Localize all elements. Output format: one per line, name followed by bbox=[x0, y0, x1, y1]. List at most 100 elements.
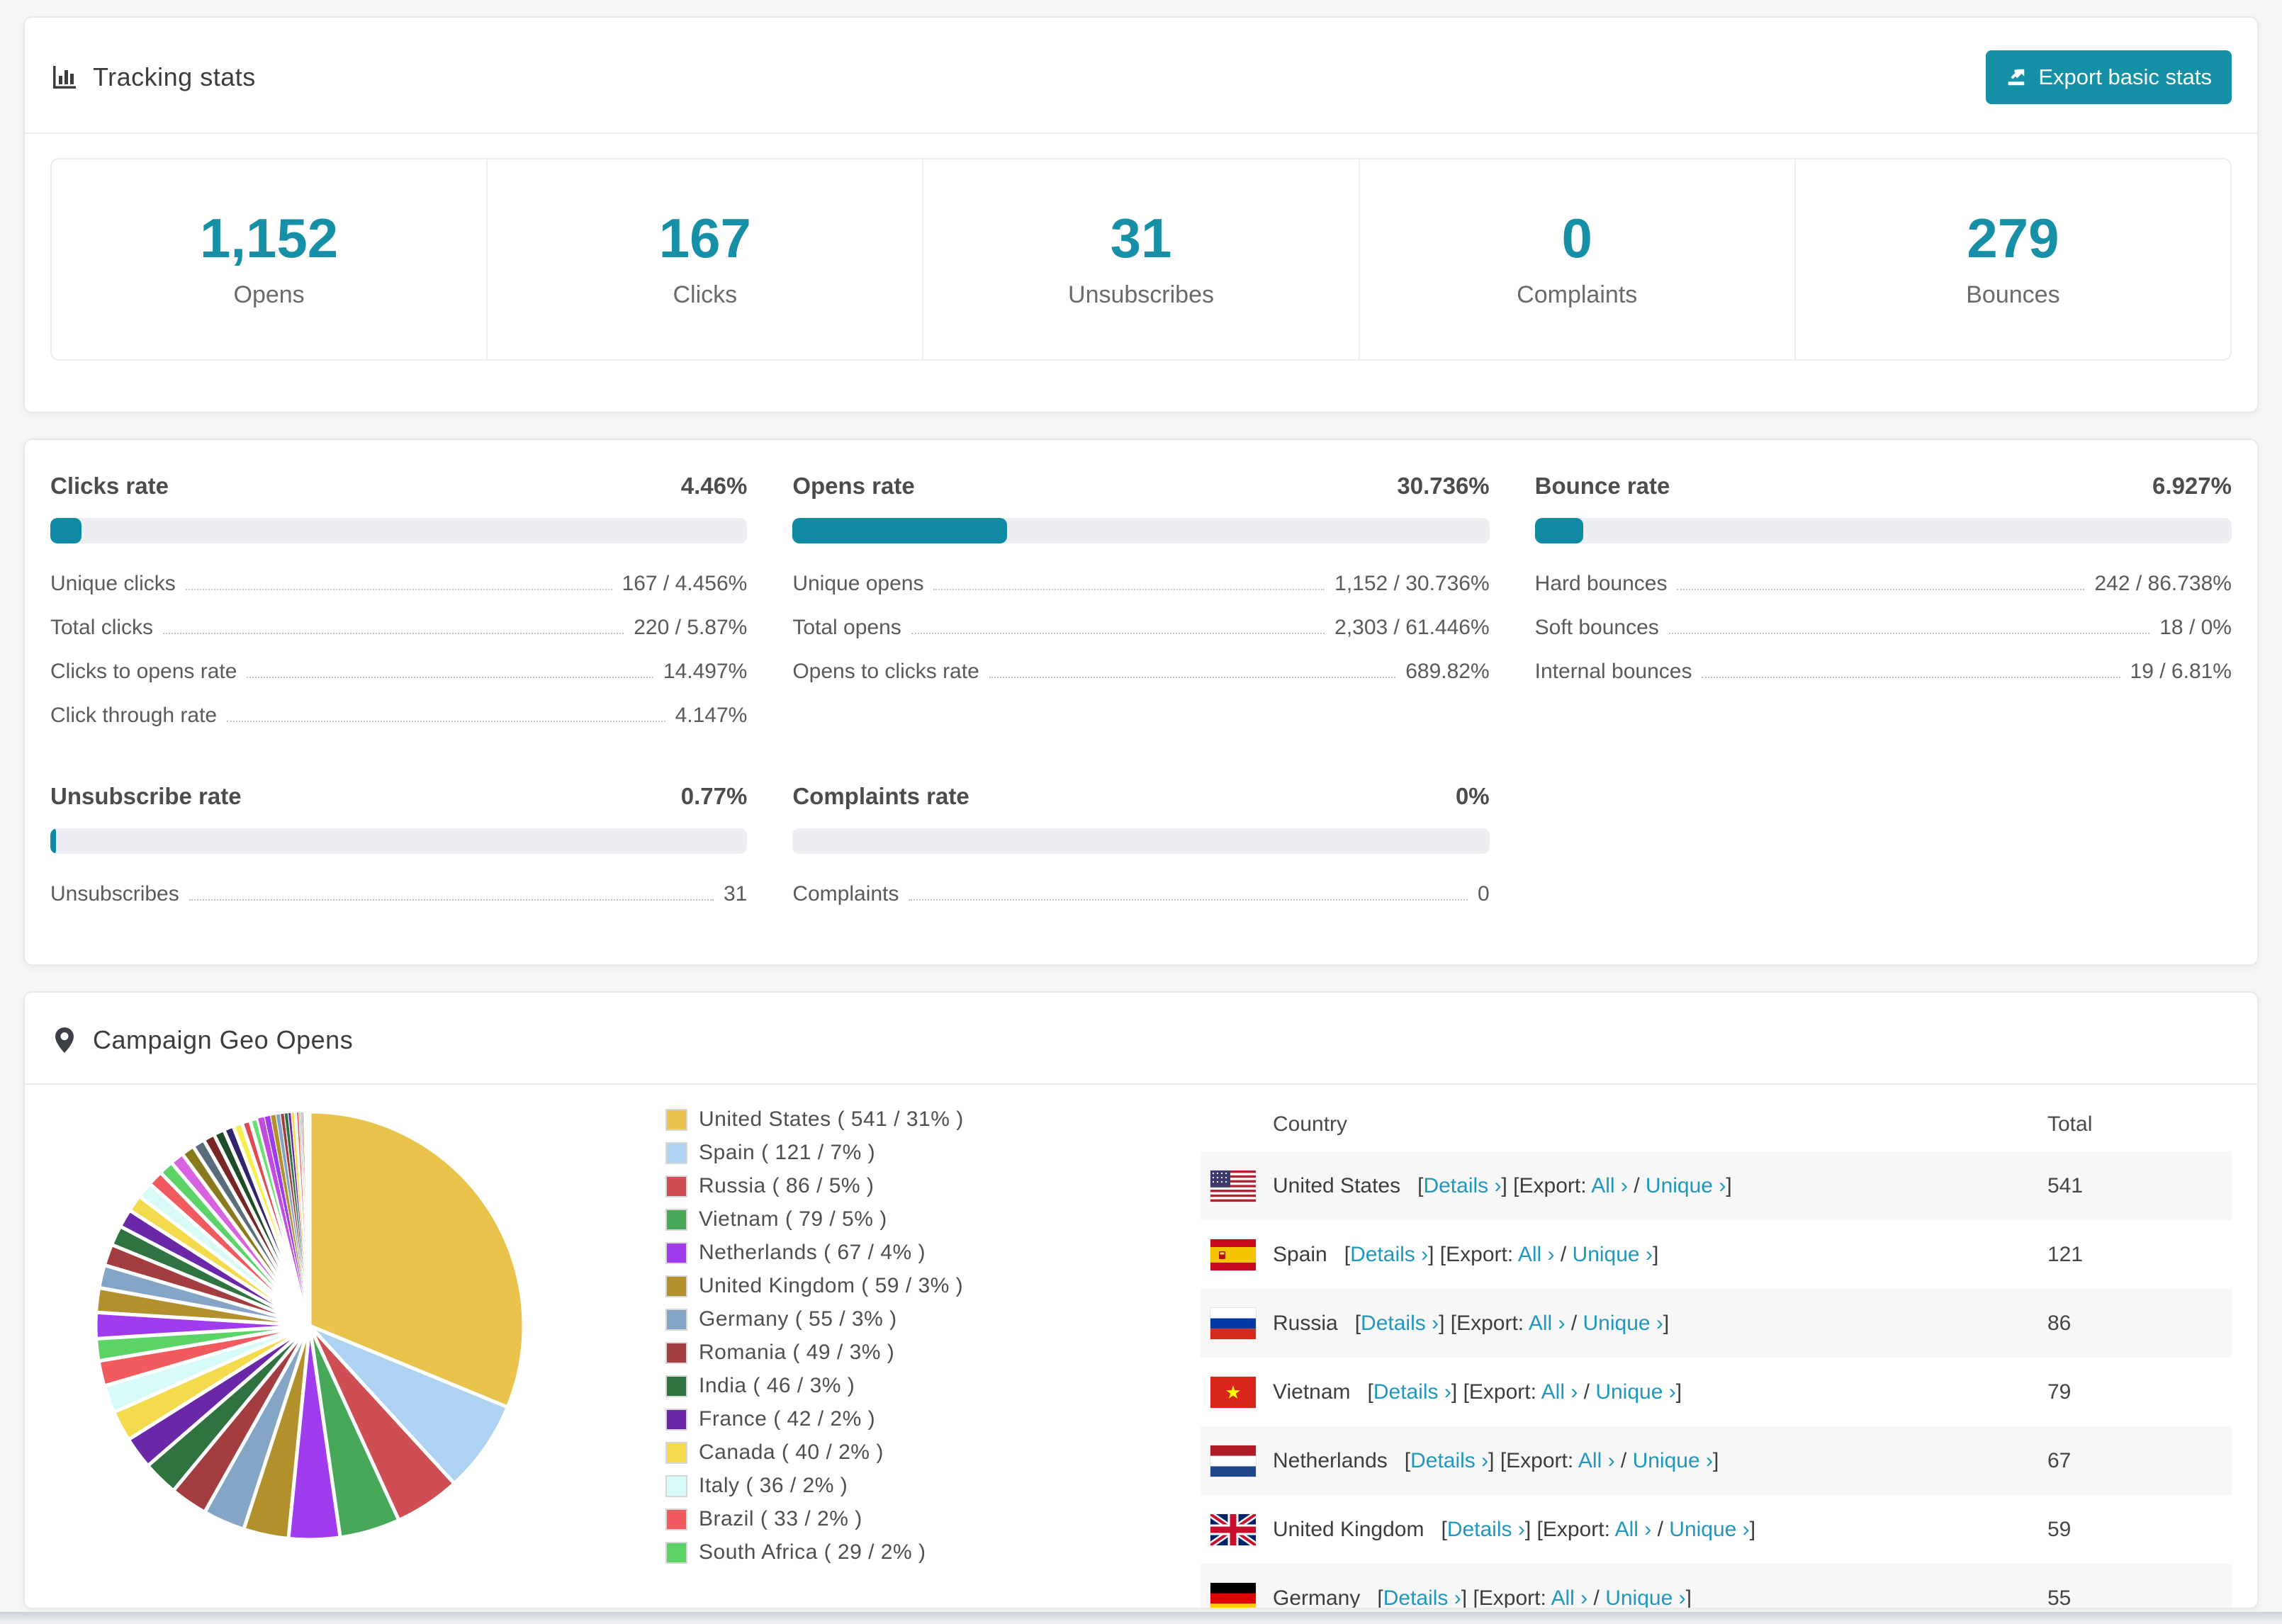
rate-detail-value: 1,152 / 30.736% bbox=[1334, 572, 1490, 595]
legend-item-germany[interactable]: Germany ( 55 / 3% ) bbox=[665, 1307, 1052, 1331]
legend-item-south-africa[interactable]: South Africa ( 29 / 2% ) bbox=[665, 1540, 1052, 1564]
dotted-leader bbox=[909, 899, 1468, 901]
export-unique-link[interactable]: Unique › bbox=[1573, 1243, 1653, 1266]
legend-label: Brazil ( 33 / 2% ) bbox=[699, 1507, 862, 1530]
dotted-leader bbox=[163, 633, 624, 634]
export-all-link[interactable]: All › bbox=[1518, 1243, 1555, 1266]
viewport-bottom-strip bbox=[0, 1612, 2282, 1624]
legend-label: South Africa ( 29 / 2% ) bbox=[699, 1540, 926, 1564]
rate-section-value: 0% bbox=[1455, 783, 1490, 809]
rate-progress-bar bbox=[792, 828, 1490, 854]
rate-section-value: 30.736% bbox=[1397, 473, 1490, 499]
legend-item-brazil[interactable]: Brazil ( 33 / 2% ) bbox=[665, 1507, 1052, 1531]
rate-detail-rows: Hard bounces 242 / 86.738% Soft bounces 18 … bbox=[1535, 572, 2232, 684]
rate-progress-bar bbox=[50, 518, 748, 543]
rate-detail-row: Clicks to opens rate 14.497% bbox=[50, 660, 747, 684]
rate-detail-value: 2,303 / 61.446% bbox=[1334, 616, 1490, 639]
legend-item-united-kingdom[interactable]: United Kingdom ( 59 / 3% ) bbox=[665, 1274, 1052, 1298]
export-unique-link[interactable]: Unique › bbox=[1583, 1312, 1663, 1335]
legend-label: Vietnam ( 79 / 5% ) bbox=[699, 1207, 887, 1231]
export-unique-link[interactable]: Unique › bbox=[1595, 1380, 1675, 1404]
country-name: Spain bbox=[1273, 1242, 1327, 1266]
geo-row-total: 67 bbox=[2047, 1448, 2072, 1472]
export-all-link[interactable]: All › bbox=[1615, 1518, 1652, 1541]
rate-detail-label: Soft bounces bbox=[1534, 616, 1659, 639]
legend-item-canada[interactable]: Canada ( 40 / 2% ) bbox=[665, 1440, 1052, 1465]
dotted-leader bbox=[933, 589, 1325, 590]
rate-section-unsubscribe-rate: Unsubscribe rate 0.77% Unsubscribes 31 bbox=[50, 783, 748, 926]
export-all-link[interactable]: All › bbox=[1541, 1380, 1578, 1404]
legend-swatch bbox=[665, 1275, 687, 1297]
stat-label: Complaints bbox=[1517, 281, 1638, 308]
dotted-leader bbox=[227, 721, 665, 722]
export-all-link[interactable]: All › bbox=[1529, 1312, 1566, 1335]
rate-detail-label: Unique opens bbox=[792, 572, 924, 595]
legend-item-romania[interactable]: Romania ( 49 / 3% ) bbox=[665, 1341, 1052, 1365]
legend-swatch bbox=[665, 1408, 687, 1431]
legend-item-vietnam[interactable]: Vietnam ( 79 / 5% ) bbox=[665, 1207, 1052, 1231]
rate-detail-row: Unique clicks 167 / 4.456% bbox=[50, 572, 747, 596]
rate-progress-fill bbox=[1534, 518, 1583, 543]
geo-row-country: Germany [Details ›] [Export: All › / Uni… bbox=[1201, 1582, 2043, 1609]
legend-item-india[interactable]: India ( 46 / 3% ) bbox=[665, 1374, 1052, 1398]
rate-section-head: Complaints rate 0% bbox=[792, 783, 1489, 810]
geo-pie-legend: United States ( 541 / 31% ) Spain ( 121 /… bbox=[665, 1098, 1052, 1574]
rate-detail-row: Click through rate 4.147% bbox=[50, 704, 747, 728]
geo-row-country: United Kingdom [Details ›] [Export: All … bbox=[1201, 1513, 2043, 1545]
legend-item-spain[interactable]: Spain ( 121 / 7% ) bbox=[665, 1141, 1052, 1165]
rate-detail-label: Complaints bbox=[792, 882, 899, 906]
stat-cell-complaints: 0 Complaints bbox=[1358, 159, 1794, 359]
details-link[interactable]: Details › bbox=[1350, 1243, 1428, 1266]
rate-progress-bar bbox=[1534, 518, 2232, 543]
rate-detail-row: Opens to clicks rate 689.82% bbox=[792, 660, 1489, 684]
rate-progress-fill bbox=[50, 828, 56, 854]
details-link[interactable]: Details › bbox=[1423, 1174, 1501, 1197]
geo-row-country: Vietnam [Details ›] [Export: All › / Uni… bbox=[1201, 1376, 2043, 1408]
stat-label: Bounces bbox=[1966, 281, 2060, 308]
legend-swatch bbox=[665, 1108, 687, 1131]
bar-chart-icon bbox=[53, 66, 76, 89]
geo-opens-pie-chart[interactable] bbox=[90, 1106, 529, 1545]
rate-section-title: Bounce rate bbox=[1534, 473, 1670, 499]
rates-row-1: Clicks rate 4.46% Unique clicks 167 / 4.456… bbox=[25, 440, 2257, 748]
details-link[interactable]: Details › bbox=[1361, 1312, 1439, 1335]
export-unique-link[interactable]: Unique › bbox=[1605, 1586, 1685, 1608]
legend-item-united-states[interactable]: United States ( 541 / 31% ) bbox=[665, 1107, 1052, 1132]
export-all-link[interactable]: All › bbox=[1591, 1174, 1628, 1197]
country-name: Netherlands bbox=[1273, 1448, 1388, 1472]
dotted-leader bbox=[1668, 633, 2150, 634]
details-link[interactable]: Details › bbox=[1447, 1518, 1525, 1541]
geo-title-wrap: Campaign Geo Opens bbox=[50, 1025, 353, 1055]
flag-us bbox=[1210, 1170, 1256, 1202]
country-name: United States bbox=[1273, 1173, 1401, 1197]
legend-item-russia[interactable]: Russia ( 86 / 5% ) bbox=[665, 1174, 1052, 1198]
rate-section-head: Unsubscribe rate 0.77% bbox=[50, 783, 747, 810]
dotted-leader bbox=[1677, 589, 2085, 590]
rate-detail-value: 220 / 5.87% bbox=[634, 616, 748, 639]
export-unique-link[interactable]: Unique › bbox=[1633, 1449, 1713, 1472]
legend-swatch bbox=[665, 1541, 687, 1564]
geo-row-total: 79 bbox=[2047, 1380, 2072, 1404]
export-basic-stats-button[interactable]: Export basic stats bbox=[1986, 50, 2232, 104]
country-links: [Details ›] [Export: All › / Unique ›] bbox=[1377, 1586, 1692, 1609]
country-links: [Details ›] [Export: All › / Unique ›] bbox=[1417, 1173, 1732, 1197]
legend-swatch bbox=[665, 1441, 687, 1464]
legend-item-italy[interactable]: Italy ( 36 / 2% ) bbox=[665, 1474, 1052, 1498]
rate-section-value: 6.927% bbox=[2152, 473, 2232, 499]
export-all-link[interactable]: All › bbox=[1578, 1449, 1615, 1472]
legend-label: Canada ( 40 / 2% ) bbox=[699, 1440, 884, 1464]
export-unique-link[interactable]: Unique › bbox=[1669, 1518, 1749, 1541]
legend-label: France ( 42 / 2% ) bbox=[699, 1407, 876, 1431]
flag-ru bbox=[1210, 1307, 1256, 1339]
legend-item-netherlands[interactable]: Netherlands ( 67 / 4% ) bbox=[665, 1241, 1052, 1265]
rate-section-value: 0.77% bbox=[680, 783, 748, 809]
rate-detail-label: Internal bounces bbox=[1534, 660, 1692, 683]
export-all-link[interactable]: All › bbox=[1551, 1586, 1588, 1608]
details-link[interactable]: Details › bbox=[1373, 1380, 1451, 1404]
country-name: Vietnam bbox=[1273, 1380, 1351, 1404]
legend-item-france[interactable]: France ( 42 / 2% ) bbox=[665, 1407, 1052, 1431]
export-unique-link[interactable]: Unique › bbox=[1646, 1174, 1726, 1197]
details-link[interactable]: Details › bbox=[1410, 1449, 1488, 1472]
tracking-stats-card: Tracking stats Export basic stats 1,152 O… bbox=[23, 16, 2259, 413]
details-link[interactable]: Details › bbox=[1383, 1586, 1461, 1608]
